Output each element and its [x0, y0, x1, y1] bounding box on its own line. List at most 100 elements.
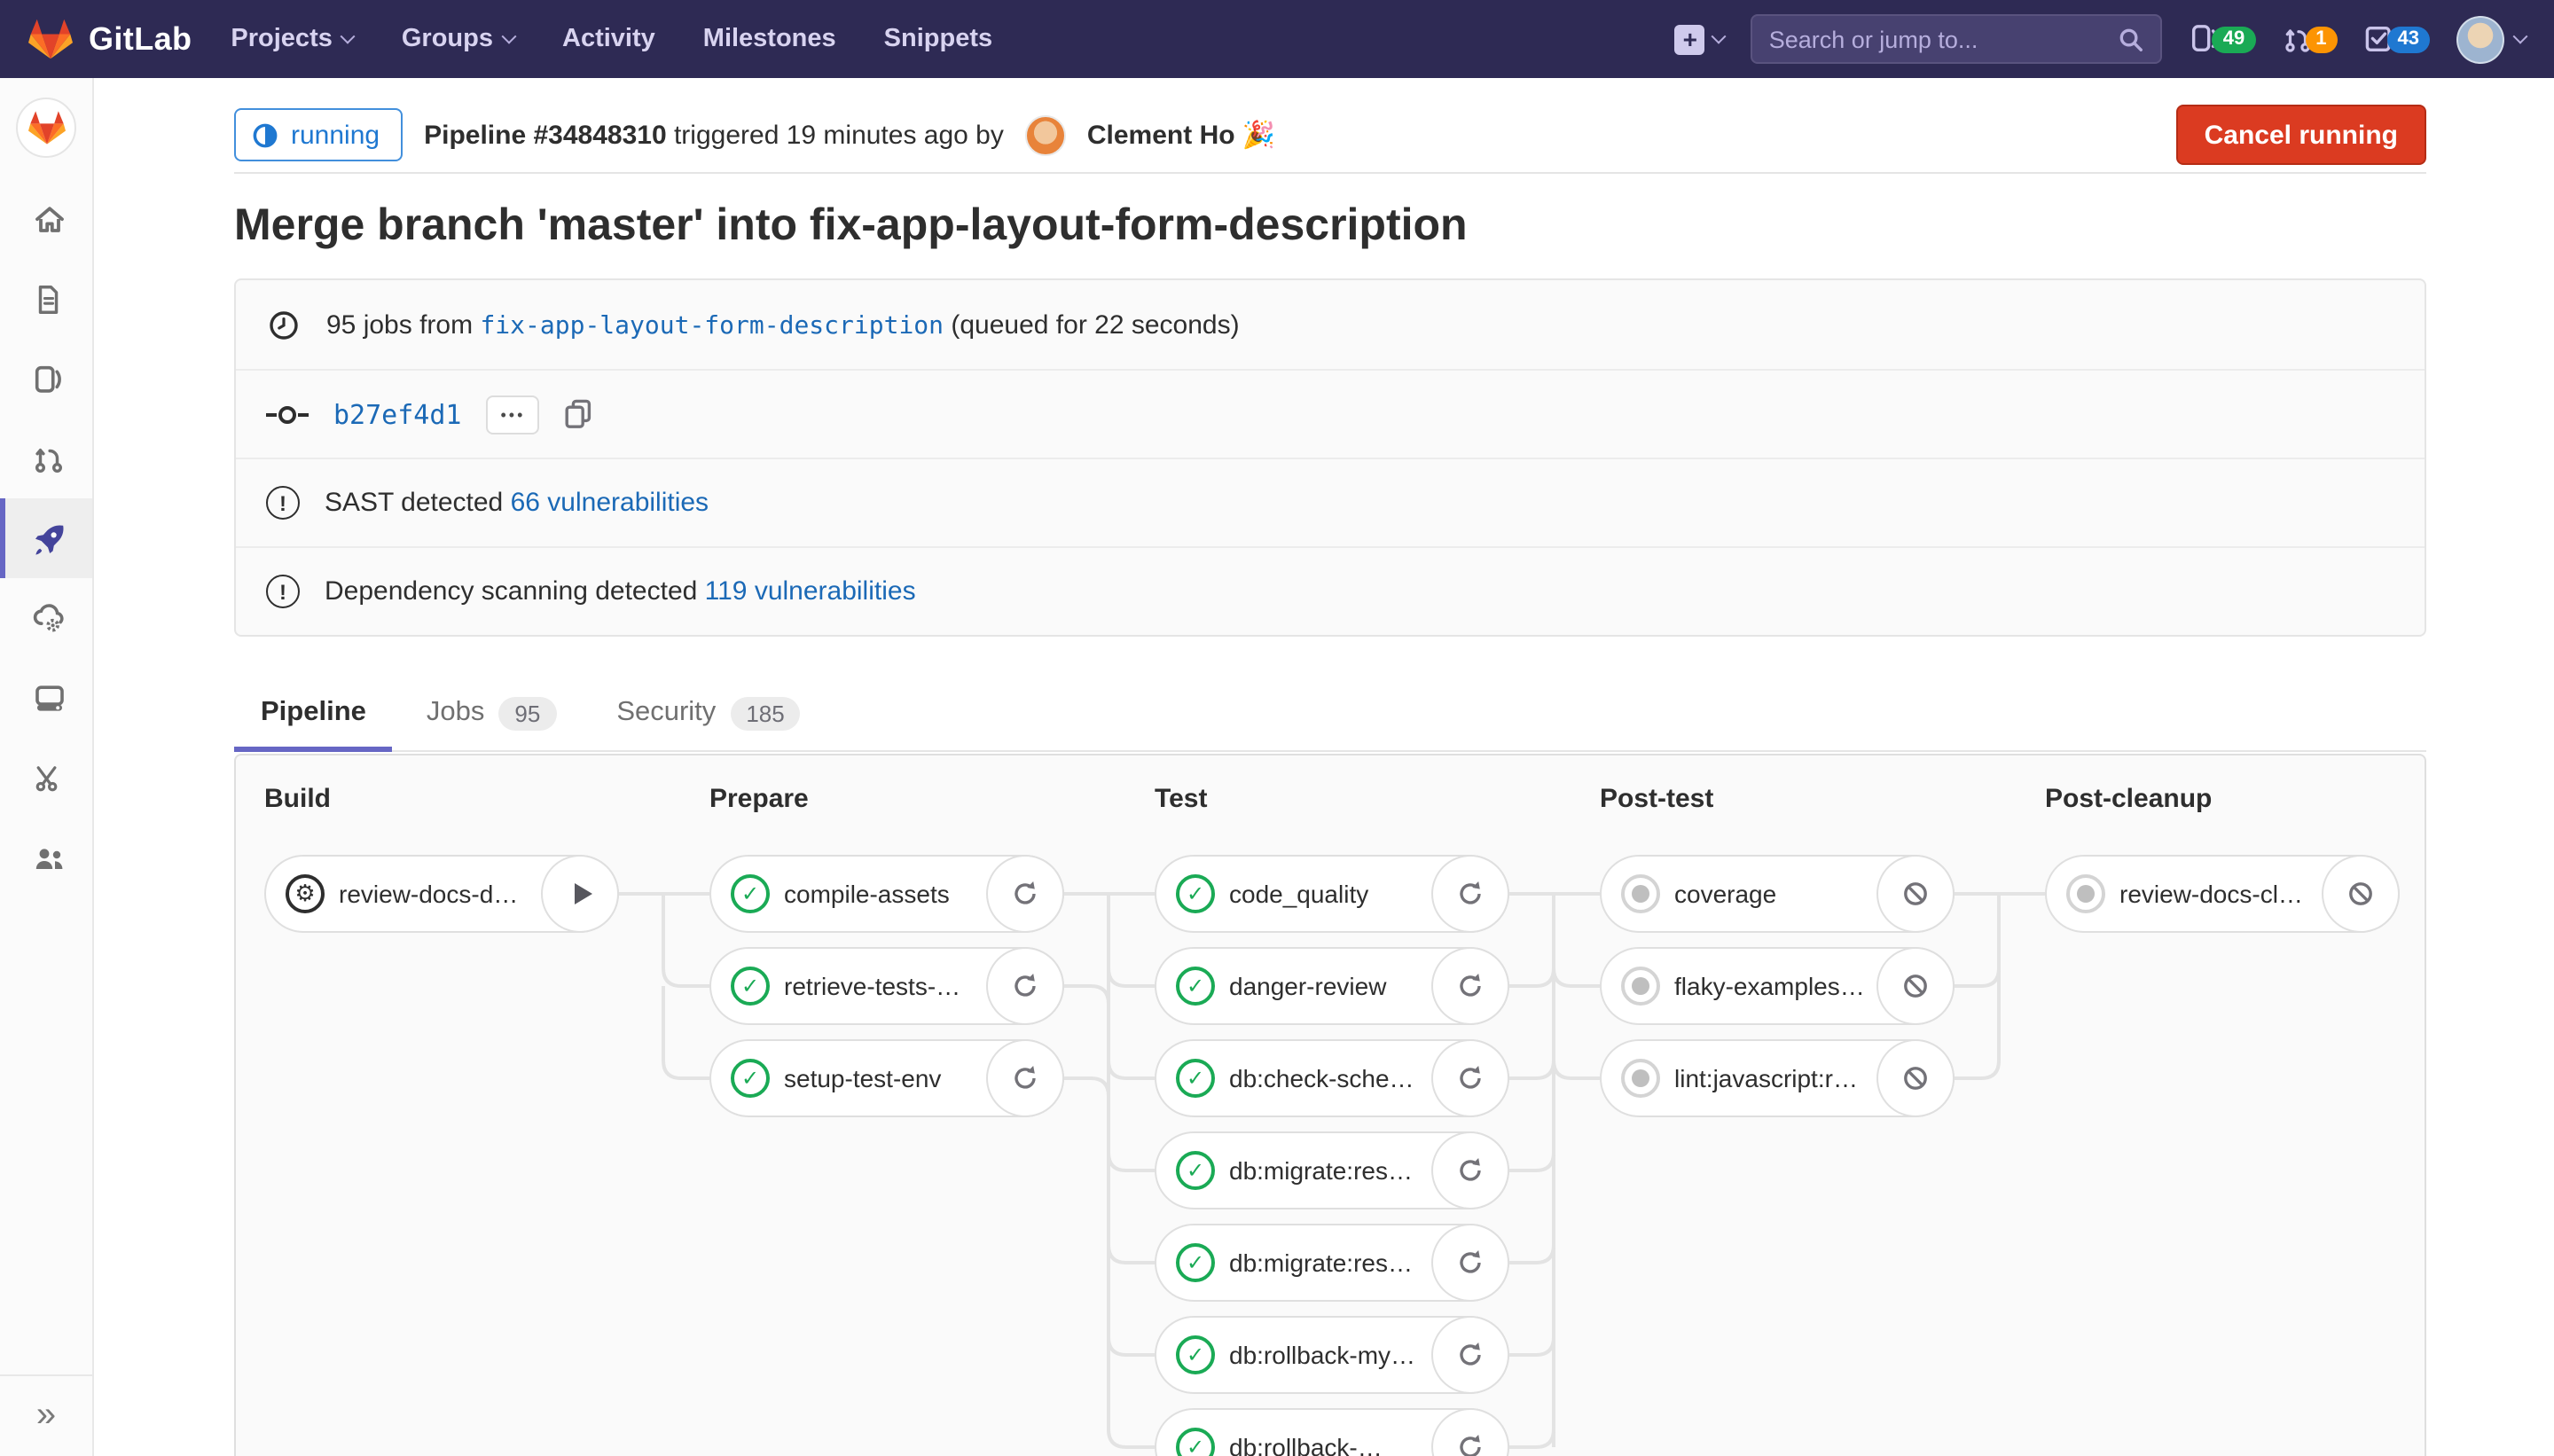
job-pill[interactable]: db:check-sche…: [1155, 1039, 1509, 1117]
status-created-icon: [1621, 1059, 1660, 1098]
sidebar-item-snippets[interactable]: [0, 738, 92, 818]
timer-icon: [266, 307, 302, 342]
menu-milestones[interactable]: Milestones: [703, 25, 836, 53]
security-count-badge: 185: [730, 696, 800, 730]
retry-button[interactable]: [1431, 1316, 1509, 1394]
job-pill[interactable]: review-docs-cl…: [2045, 855, 2400, 933]
cancel-job-button[interactable]: [2322, 855, 2400, 933]
sidebar-item-members[interactable]: [0, 818, 92, 897]
job-pill[interactable]: db:rollback-my…: [1155, 1316, 1509, 1394]
pipeline-tabs: Pipeline Jobs 95 Security 185: [234, 676, 2426, 752]
retry-button[interactable]: [1431, 855, 1509, 933]
menu-activity[interactable]: Activity: [562, 25, 655, 53]
cancel-job-button[interactable]: [1876, 855, 1955, 933]
job-pill[interactable]: compile-assets: [709, 855, 1064, 933]
stage-post-cleanup: Post-cleanup review-docs-cl…: [2045, 784, 2407, 814]
status-success-icon: [731, 967, 770, 1006]
tab-security[interactable]: Security 185: [590, 676, 827, 750]
retry-button[interactable]: [986, 855, 1064, 933]
copy-commit-button[interactable]: [564, 399, 592, 429]
sidebar-item-ci-cd[interactable]: [0, 498, 92, 578]
retry-icon: [1456, 1156, 1485, 1185]
job-pill[interactable]: coverage: [1600, 855, 1955, 933]
status-success-icon: [1176, 1059, 1215, 1098]
retry-button[interactable]: [1431, 947, 1509, 1025]
ban-icon: [1901, 880, 1930, 908]
context-sidebar: »: [0, 78, 94, 1456]
main-menu: Projects Groups Activity Milestones Snip…: [231, 25, 992, 53]
retry-icon: [1456, 880, 1485, 908]
retry-icon: [1456, 1341, 1485, 1369]
pipeline-status-badge[interactable]: running: [234, 108, 403, 161]
job-pill[interactable]: setup-test-env: [709, 1039, 1064, 1117]
sidebar-item-merge-requests[interactable]: [0, 419, 92, 498]
job-pill[interactable]: db:rollback-…: [1155, 1408, 1509, 1456]
pipeline-header: running Pipeline #34848310 triggered 19 …: [234, 105, 2426, 165]
job-pill[interactable]: db:migrate:res…: [1155, 1224, 1509, 1302]
user-menu[interactable]: [2456, 15, 2526, 63]
gitlab-logo[interactable]: GitLab: [28, 18, 192, 60]
jobs-count-badge: 95: [498, 696, 556, 730]
tab-jobs[interactable]: Jobs 95: [400, 676, 583, 750]
new-dropdown[interactable]: +: [1675, 24, 1725, 54]
tab-pipeline[interactable]: Pipeline: [234, 676, 393, 750]
sidebar-item-issues[interactable]: [0, 339, 92, 419]
menu-groups[interactable]: Groups: [402, 25, 514, 53]
sidebar-collapse-toggle[interactable]: »: [0, 1374, 92, 1456]
sast-vulnerabilities-link[interactable]: 66 vulnerabilities: [511, 488, 709, 518]
author[interactable]: Clement Ho 🎉: [1087, 119, 1275, 151]
pipeline-info-box: 95 jobs from fix-app-layout-form-descrip…: [234, 278, 2426, 637]
issues-counter[interactable]: 49: [2190, 23, 2256, 55]
retry-button[interactable]: [1431, 1224, 1509, 1302]
retry-button[interactable]: [1431, 1039, 1509, 1117]
sidebar-item-project-home[interactable]: [0, 179, 92, 259]
retry-button[interactable]: [986, 1039, 1064, 1117]
job-pill[interactable]: code_quality: [1155, 855, 1509, 933]
status-success-icon: [731, 1059, 770, 1098]
status-success-icon: [731, 874, 770, 913]
sast-text: SAST detected 66 vulnerabilities: [325, 488, 709, 518]
job-pill[interactable]: danger-review: [1155, 947, 1509, 1025]
cancel-job-button[interactable]: [1876, 947, 1955, 1025]
retry-button[interactable]: [986, 947, 1064, 1025]
todos-counter[interactable]: 43: [2364, 23, 2431, 55]
dependency-scanning-row: Dependency scanning detected 119 vulnera…: [236, 546, 2425, 635]
author-avatar[interactable]: [1025, 114, 1066, 155]
search-box[interactable]: [1751, 14, 2163, 64]
menu-projects[interactable]: Projects: [231, 25, 353, 53]
chevron-down-icon: [341, 29, 356, 44]
commit-expand-button[interactable]: [487, 395, 540, 434]
sidebar-item-repository[interactable]: [0, 259, 92, 339]
job-pill[interactable]: lint:javascript:r…: [1600, 1039, 1955, 1117]
job-pill[interactable]: flaky-examples…: [1600, 947, 1955, 1025]
dependency-vulnerabilities-link[interactable]: 119 vulnerabilities: [705, 576, 916, 607]
search-input[interactable]: [1769, 26, 2108, 52]
menu-snippets[interactable]: Snippets: [884, 25, 992, 53]
pipeline-summary: Pipeline #34848310 triggered 19 minutes …: [424, 120, 1004, 150]
retry-icon: [1011, 972, 1039, 1000]
merge-request-icon: [32, 441, 66, 476]
sidebar-item-operations[interactable]: [0, 578, 92, 658]
retry-icon: [1011, 1064, 1039, 1092]
warning-icon: [266, 575, 300, 608]
branch-link[interactable]: fix-app-layout-form-description: [480, 311, 944, 340]
stage-build: Build review-docs-d…: [264, 784, 626, 814]
sidebar-item-environments[interactable]: [0, 658, 92, 738]
stage-title: Post-cleanup: [2045, 784, 2407, 814]
commit-sha-link[interactable]: b27ef4d1: [333, 398, 462, 430]
stage-post-test: Post-test coverage flaky-examples…: [1600, 784, 1962, 814]
file-icon: [32, 281, 66, 317]
retry-button[interactable]: [1431, 1131, 1509, 1209]
cancel-job-button[interactable]: [1876, 1039, 1955, 1117]
job-pill[interactable]: retrieve-tests-…: [709, 947, 1064, 1025]
cancel-running-button[interactable]: Cancel running: [2176, 105, 2426, 165]
retry-icon: [1456, 1064, 1485, 1092]
merge-requests-counter[interactable]: 1: [2282, 23, 2337, 55]
issues-icon: [32, 361, 66, 396]
job-pill[interactable]: review-docs-d…: [264, 855, 619, 933]
play-button[interactable]: [541, 855, 619, 933]
plus-icon: +: [1675, 24, 1705, 54]
ban-icon: [1901, 1064, 1930, 1092]
job-pill[interactable]: db:migrate:res…: [1155, 1131, 1509, 1209]
project-avatar[interactable]: [16, 98, 76, 158]
